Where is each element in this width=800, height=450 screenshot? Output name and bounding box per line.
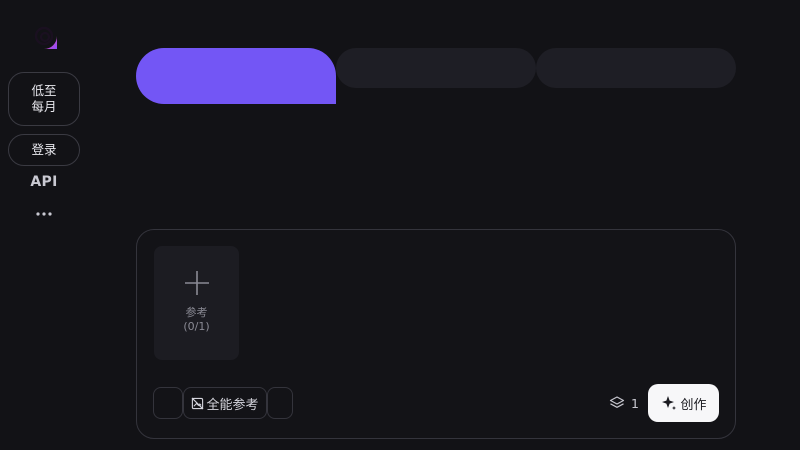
create-button[interactable]: 创作 bbox=[648, 384, 719, 422]
promo-line-1: 低至 bbox=[31, 83, 57, 98]
output-count-value: 1 bbox=[631, 395, 639, 411]
layers-icon bbox=[609, 396, 625, 408]
image-off-icon bbox=[192, 397, 204, 409]
spiral-logo-icon[interactable] bbox=[29, 21, 59, 51]
api-link[interactable]: API bbox=[0, 174, 88, 190]
reference-upload-label: 参考 (0/1) bbox=[183, 306, 209, 334]
reference-label-text: 参考 bbox=[185, 306, 208, 319]
reference-upload-button[interactable]: 参考 (0/1) bbox=[154, 246, 239, 360]
sidebar: 低至 每月 登录 API bbox=[0, 0, 88, 450]
tab-3[interactable] bbox=[536, 48, 736, 88]
reference-mode-button[interactable]: 全能参考 bbox=[183, 387, 267, 419]
sparkle-icon bbox=[662, 396, 677, 410]
login-button[interactable]: 登录 bbox=[8, 134, 80, 166]
more-horizontal-icon[interactable] bbox=[34, 208, 54, 220]
plus-icon bbox=[184, 271, 209, 295]
create-label: 创作 bbox=[680, 396, 707, 412]
composer-panel: 参考 (0/1) 全能参考 1 创作 bbox=[136, 229, 736, 439]
toolbar-button-right[interactable] bbox=[267, 387, 293, 419]
reference-count: (0/1) bbox=[183, 320, 210, 333]
toolbar-button-left[interactable] bbox=[153, 387, 183, 419]
tab-1[interactable] bbox=[136, 48, 336, 104]
promo-line-2: 每月 bbox=[31, 99, 57, 114]
reference-mode-label: 全能参考 bbox=[206, 396, 259, 412]
promo-button[interactable]: 低至 每月 bbox=[8, 72, 80, 126]
tab-2[interactable] bbox=[336, 48, 536, 88]
output-count[interactable]: 1 bbox=[609, 394, 639, 412]
